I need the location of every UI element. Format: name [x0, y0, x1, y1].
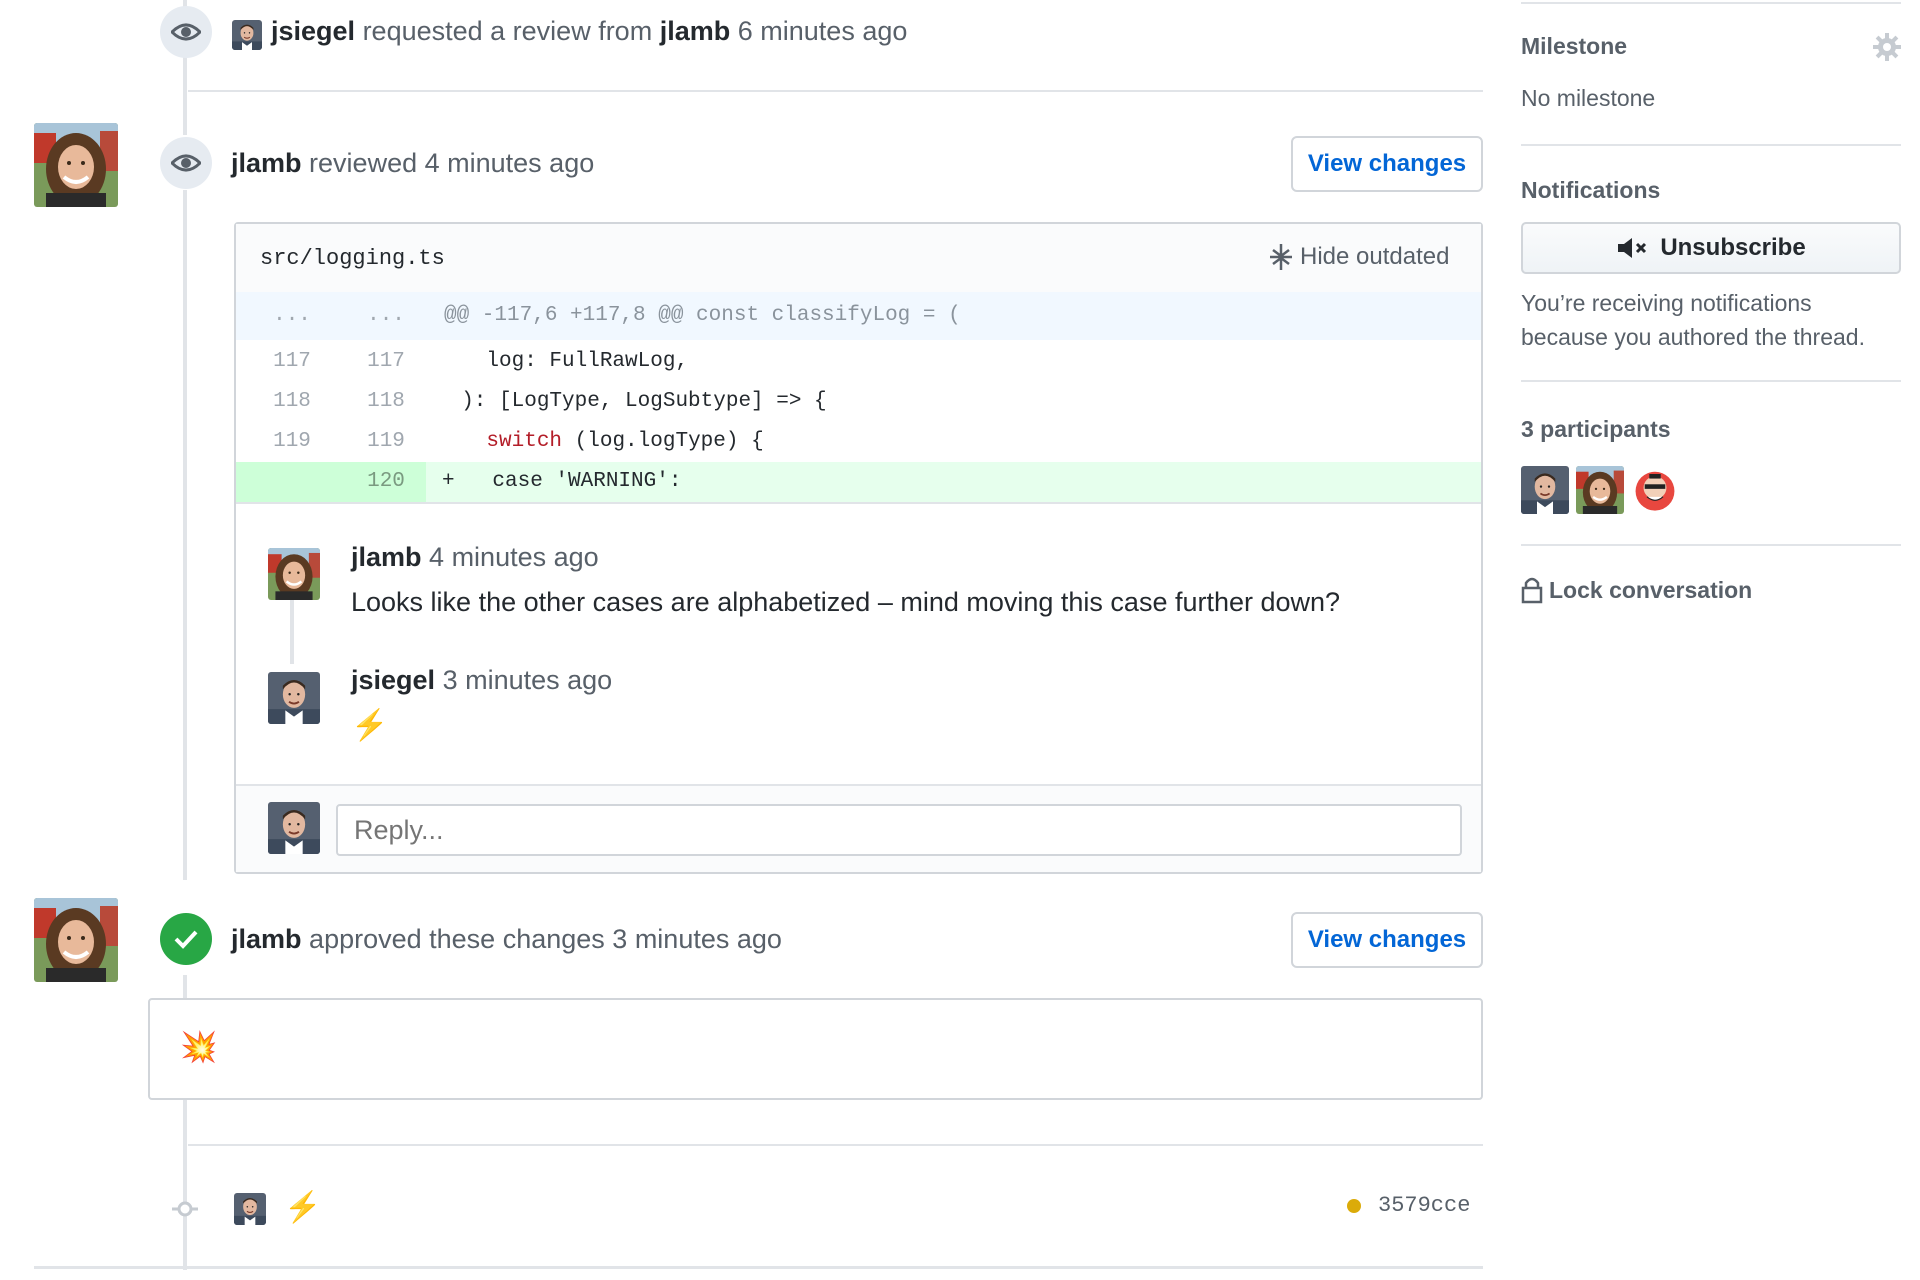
approval-comment: 💥 [148, 998, 1483, 1100]
comment-author[interactable]: jsiegel [351, 665, 435, 695]
avatar [268, 802, 320, 854]
notification-reason: You’re receiving notifications [1521, 290, 1812, 316]
file-header: src/logging.ts Hide outdated [236, 224, 1481, 294]
check-icon [160, 913, 212, 965]
diff-hunk-row: ... ... @@ -117,6 +117,8 @@ const classi… [236, 292, 1481, 340]
event-time[interactable]: 4 minutes ago [425, 148, 595, 178]
lock-icon [1521, 577, 1543, 604]
comment-time[interactable]: 3 minutes ago [443, 665, 613, 695]
notifications-heading: Notifications [1521, 177, 1661, 203]
participant-avatar[interactable] [1576, 466, 1624, 514]
review-thread: src/logging.ts Hide outdated ... ... @@ … [234, 222, 1483, 874]
review-event: jlamb reviewed 4 minutes ago [231, 148, 594, 179]
avatar[interactable] [268, 672, 320, 724]
eye-icon [160, 137, 212, 189]
diff-row: 119 119 switch (log.logType) { [273, 430, 764, 453]
actor-link[interactable]: jsiegel [271, 16, 355, 46]
commit-message[interactable]: ⚡ [284, 1190, 321, 1225]
reply-area [236, 784, 1481, 872]
event-time[interactable]: 3 minutes ago [612, 924, 782, 954]
eye-icon [160, 6, 212, 58]
avatar[interactable] [232, 20, 262, 50]
participants-heading: 3 participants [1521, 416, 1671, 442]
comment-time[interactable]: 4 minutes ago [429, 542, 599, 572]
comment-header: jsiegel 3 minutes ago [351, 665, 612, 696]
fold-icon [1270, 244, 1292, 270]
actor-link[interactable]: jlamb [231, 924, 302, 954]
timeline-line [183, 190, 187, 880]
timeline-line [183, 975, 187, 1000]
lock-conversation-link[interactable]: Lock conversation [1521, 576, 1752, 604]
view-changes-button[interactable]: View changes [1291, 912, 1483, 968]
reply-input[interactable] [336, 804, 1462, 856]
actor-link[interactable]: jlamb [231, 148, 302, 178]
event-action: reviewed [309, 148, 418, 178]
milestone-value: No milestone [1521, 85, 1656, 111]
file-path[interactable]: src/logging.ts [260, 246, 445, 271]
hide-outdated-button[interactable]: Hide outdated [1268, 242, 1449, 272]
diff-row: 118 118 ): [LogType, LogSubtype] => { [273, 390, 827, 413]
divider [1521, 2, 1901, 4]
notification-reason: because you authored the thread. [1521, 324, 1865, 350]
commit-sha[interactable]: 3579cce [1378, 1193, 1470, 1218]
view-changes-button[interactable]: View changes [1291, 136, 1483, 192]
avatar[interactable] [234, 1193, 266, 1225]
event-time[interactable]: 6 minutes ago [738, 16, 908, 46]
event-action: requested a review from [362, 16, 653, 46]
participant-avatar[interactable] [1631, 466, 1679, 514]
divider [1521, 380, 1901, 382]
reviewer-link[interactable]: jlamb [660, 16, 731, 46]
divider [188, 1144, 1483, 1146]
approval-event: jlamb approved these changes 3 minutes a… [231, 924, 782, 955]
commit-icon [172, 1196, 198, 1222]
avatar[interactable] [268, 548, 320, 600]
event-action: approved these changes [309, 924, 605, 954]
divider [1521, 544, 1901, 546]
divider [236, 502, 1481, 504]
divider [1521, 144, 1901, 146]
gear-icon[interactable] [1873, 33, 1901, 61]
avatar[interactable] [34, 898, 118, 982]
unsubscribe-button[interactable]: Unsubscribe [1521, 222, 1901, 274]
divider [34, 1266, 1483, 1269]
review-request-event: jsiegel requested a review from jlamb 6 … [271, 16, 907, 47]
diff-added-row: 120 + case 'WARNING': [236, 462, 1481, 502]
diff-row: 117 117 log: FullRawLog, [273, 350, 689, 373]
comment-header: jlamb 4 minutes ago [351, 542, 599, 573]
mute-icon [1618, 238, 1647, 258]
lightning-emoji: ⚡ [351, 709, 389, 742]
status-dot[interactable] [1347, 1199, 1361, 1213]
timeline-line [183, 1100, 187, 1270]
avatar[interactable] [34, 123, 118, 207]
comment-author[interactable]: jlamb [351, 542, 422, 572]
divider [188, 90, 1483, 92]
comment-body: Looks like the other cases are alphabeti… [351, 587, 1341, 617]
collision-emoji: 💥 [180, 1031, 218, 1064]
participant-avatar[interactable] [1521, 466, 1569, 514]
milestone-heading[interactable]: Milestone [1521, 33, 1627, 60]
